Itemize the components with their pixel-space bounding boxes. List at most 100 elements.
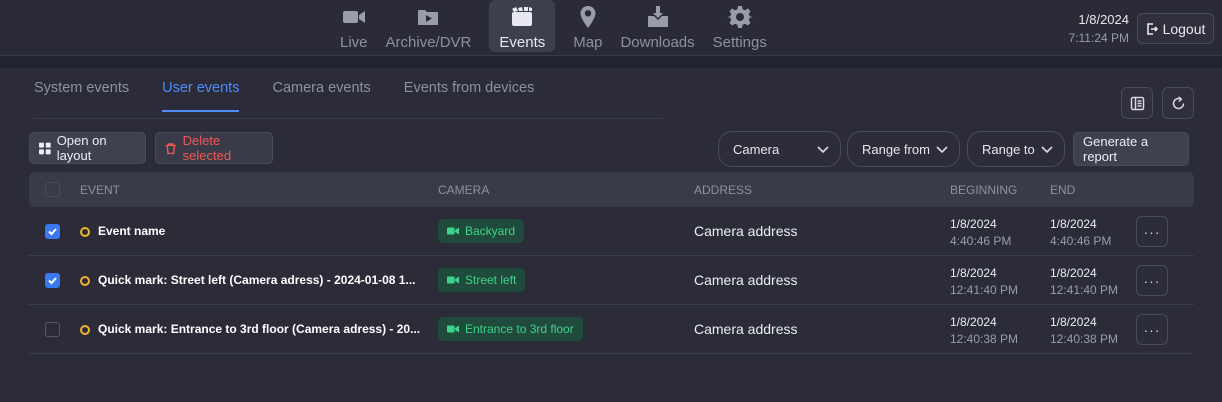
column-header-end[interactable]: END [1050,183,1075,197]
row-checkbox[interactable] [45,322,60,337]
refresh-icon [1172,95,1184,109]
end-date: 1/8/2024 [1050,266,1097,280]
event-beginning: 1/8/2024 12:41:40 PM [950,266,1018,297]
tab-user-events[interactable]: User events [162,80,240,112]
grid-layout-icon [39,142,51,154]
trash-icon [165,142,176,154]
camera-name: Backyard [465,224,516,238]
row-checkbox[interactable] [45,224,60,239]
event-end: 1/8/2024 12:40:38 PM [1050,315,1118,346]
column-header-beginning[interactable]: BEGINNING [950,183,1017,197]
current-time: 7:11:24 PM [1068,31,1129,45]
event-name: Quick mark: Street left (Camera adress) … [98,273,416,287]
camera-badge[interactable]: Entrance to 3rd floor [438,317,583,341]
nav-item-downloads[interactable]: Downloads [620,0,695,52]
chevron-down-icon [1041,146,1053,154]
end-time: 12:41:40 PM [1050,283,1119,297]
row-more-button[interactable]: ··· [1136,265,1168,296]
event-beginning: 1/8/2024 4:40:46 PM [950,217,1011,248]
camera-address: Camera address [694,321,798,337]
checkmark-icon [48,277,57,285]
range-to-value: Range to [982,141,1035,157]
nav-item-events[interactable]: Events [489,0,556,52]
main-nav: Live Archive/DVR Events Map Downloads Se… [340,0,785,56]
nav-item-label: Events [499,34,546,51]
refresh-button[interactable] [1162,87,1194,119]
open-on-layout-label: Open on layout [56,133,107,163]
camera-address: Camera address [694,223,798,239]
nav-item-settings[interactable]: Settings [713,0,767,52]
table-row[interactable]: Event name Backyard Camera address 1/8/2… [29,207,1194,256]
camera-select-value: Camera [733,141,780,157]
gear-icon [726,6,753,28]
video-camera-icon [447,227,459,235]
video-camera-icon [342,11,365,23]
begin-time: 4:40:46 PM [950,234,1012,248]
nav-item-live[interactable]: Live [340,0,368,52]
event-status-dot [80,325,90,335]
nav-item-map[interactable]: Map [573,0,602,52]
map-pin-icon [580,6,596,28]
camera-badge[interactable]: Street left [438,268,526,292]
begin-time: 12:41:40 PM [950,283,1019,297]
logout-button[interactable]: Logout [1137,13,1214,44]
archive-folder-icon [418,10,439,25]
list-panel-icon [1130,96,1144,110]
download-box-icon [647,6,668,27]
event-status-dot [80,227,90,237]
end-time: 4:40:46 PM [1050,234,1112,248]
tabs-divider [34,118,662,119]
clapperboard-icon [512,7,533,26]
delete-selected-button[interactable]: Delete selected [155,132,273,164]
event-end: 1/8/2024 12:41:40 PM [1050,266,1118,297]
chevron-down-icon [817,146,829,154]
column-header-address[interactable]: ADDRESS [694,183,752,197]
tab-events-from-devices[interactable]: Events from devices [404,80,535,110]
end-time: 12:40:38 PM [1050,332,1119,346]
camera-name: Street left [465,273,517,287]
logout-label: Logout [1162,20,1206,37]
end-date: 1/8/2024 [1050,217,1097,231]
select-all-checkbox[interactable] [45,182,60,197]
video-camera-icon [447,276,459,284]
generate-report-label: Generate a report [1083,134,1149,164]
columns-settings-button[interactable] [1121,87,1153,119]
column-header-camera[interactable]: CAMERA [438,183,489,197]
nav-item-label: Map [573,34,603,51]
row-checkbox[interactable] [45,273,60,288]
camera-address: Camera address [694,272,798,288]
row-more-button[interactable]: ··· [1136,314,1168,345]
row-more-button[interactable]: ··· [1136,216,1168,247]
camera-select[interactable]: Camera [718,131,841,167]
table-row[interactable]: Quick mark: Entrance to 3rd floor (Camer… [29,305,1194,354]
header-divider [0,56,1222,68]
table-row[interactable]: Quick mark: Street left (Camera adress) … [29,256,1194,305]
range-from-value: Range from [862,141,930,157]
event-name: Quick mark: Entrance to 3rd floor (Camer… [98,322,421,336]
nav-item-label: Downloads [620,34,695,51]
checkmark-icon [48,228,57,236]
begin-date: 1/8/2024 [950,315,997,329]
current-datetime: 1/8/2024 7:11:24 PM [1069,12,1129,45]
begin-date: 1/8/2024 [950,217,997,231]
camera-badge[interactable]: Backyard [438,219,525,243]
table-header: EVENT CAMERA ADDRESS BEGINNING END [29,172,1194,207]
column-header-event[interactable]: EVENT [80,183,120,197]
logout-icon [1146,22,1158,35]
range-from-select[interactable]: Range from [847,131,960,167]
begin-time: 12:40:38 PM [950,332,1019,346]
event-name: Event name [98,224,166,238]
current-date: 1/8/2024 [1078,12,1129,27]
begin-date: 1/8/2024 [950,266,997,280]
tab-system-events[interactable]: System events [34,80,129,110]
nav-item-label: Live [340,34,368,51]
tab-camera-events[interactable]: Camera events [272,80,370,110]
event-beginning: 1/8/2024 12:40:38 PM [950,315,1018,346]
generate-report-button[interactable]: Generate a report [1073,132,1189,166]
event-type-tabs: System events User events Camera events … [34,80,567,112]
range-to-select[interactable]: Range to [967,131,1065,167]
event-status-dot [80,276,90,286]
nav-item-archive[interactable]: Archive/DVR [386,0,471,52]
open-on-layout-button[interactable]: Open on layout [29,132,146,164]
top-navigation-bar: Live Archive/DVR Events Map Downloads Se… [0,0,1222,56]
